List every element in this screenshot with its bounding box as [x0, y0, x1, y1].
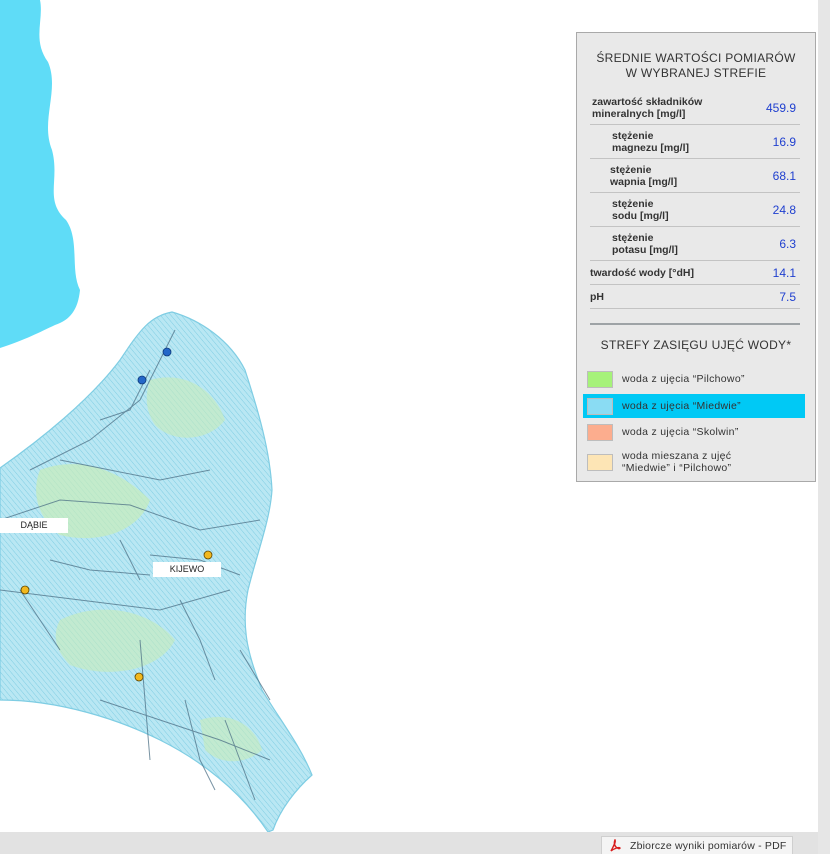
measurement-value: 24.8: [772, 202, 796, 217]
place-label-kijewo: KIJEWO: [153, 562, 221, 577]
panel-title: ŚREDNIE WARTOŚCI POMIARÓW W WYBRANEJ STR…: [596, 51, 796, 80]
measurement-value: 68.1: [772, 168, 796, 183]
zone-swatch: [587, 453, 613, 471]
measurement-value: 459.9: [765, 100, 796, 115]
place-label-dabie: DĄBIE: [0, 518, 68, 533]
well-marker: [162, 347, 172, 357]
map[interactable]: DĄBIE KIJEWO ŚREDNIE WARTOŚCI POMIARÓW W…: [0, 0, 818, 832]
zone-item-miedwie[interactable]: woda z ujęcia “Miedwie”: [583, 394, 805, 418]
measurement-value: 14.1: [772, 265, 796, 280]
zones-title: STREFY ZASIĘGU UJĘĆ WODY*: [600, 338, 792, 352]
measurement-row: pH 7.5: [590, 285, 800, 309]
zone-item-skolwin[interactable]: woda z ujęcia “Skolwin”: [583, 420, 805, 444]
well-marker: [137, 375, 147, 385]
measurements-table: zawartość składników mineralnych [mg/l] …: [590, 91, 800, 309]
measurement-row: stężenie magnezu [mg/l] 16.9: [590, 125, 800, 159]
zone-item-mixed[interactable]: woda mieszana z ujęć “Miedwie” i “Pilcho…: [583, 447, 805, 477]
zone-swatch: [587, 370, 613, 388]
well-marker: [20, 585, 30, 595]
measurement-value: 16.9: [772, 134, 796, 149]
measurements-panel: ŚREDNIE WARTOŚCI POMIARÓW W WYBRANEJ STR…: [576, 32, 816, 482]
measurement-row: stężenie potasu [mg/l] 6.3: [590, 227, 800, 261]
zone-swatch: [587, 423, 613, 441]
pdf-download-label: Zbiorcze wyniki pomiarów - PDF: [630, 839, 787, 852]
pdf-download-button[interactable]: Zbiorcze wyniki pomiarów - PDF: [601, 836, 793, 854]
pdf-icon: [610, 838, 621, 852]
measurement-value: 6.3: [779, 236, 796, 251]
page-scroll-rail: [818, 0, 830, 854]
measurement-row: stężenie sodu [mg/l] 24.8: [590, 193, 800, 227]
zone-swatch: [587, 397, 613, 415]
lake-area: [0, 0, 80, 348]
well-marker: [134, 672, 144, 682]
measurement-row: stężenie wapnia [mg/l] 68.1: [590, 159, 800, 193]
well-marker: [203, 550, 213, 560]
measurement-row: twardość wody [°dH] 14.1: [590, 261, 800, 285]
measurement-row: zawartość składników mineralnych [mg/l] …: [590, 91, 800, 125]
measurement-value: 7.5: [779, 289, 796, 304]
zone-item-pilchowo[interactable]: woda z ujęcia “Pilchowo”: [583, 367, 805, 391]
divider: [590, 323, 800, 325]
